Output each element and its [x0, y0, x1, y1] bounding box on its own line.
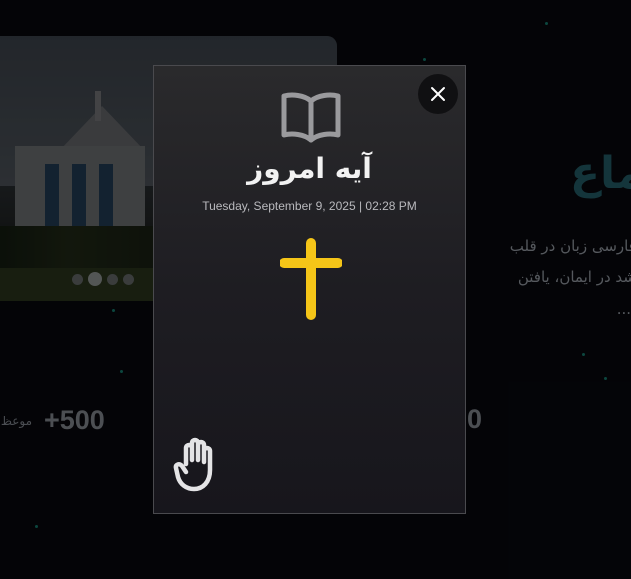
close-icon [431, 87, 445, 101]
modal-title: آیه امروز [247, 152, 372, 185]
verse-datetime: Tuesday, September 9, 2025 | 02:28 PM [202, 199, 417, 213]
close-button[interactable] [418, 74, 458, 114]
cross-icon [280, 238, 342, 320]
daily-verse-modal: آیه امروز Tuesday, September 9, 2025 | 0… [153, 65, 466, 514]
open-book-icon [281, 92, 341, 143]
verse-text-area [174, 331, 447, 431]
page: ماع ش و فارسی زبان در قلب رای رشد در ایم… [0, 0, 631, 579]
praying-hand-icon[interactable] [172, 434, 224, 494]
